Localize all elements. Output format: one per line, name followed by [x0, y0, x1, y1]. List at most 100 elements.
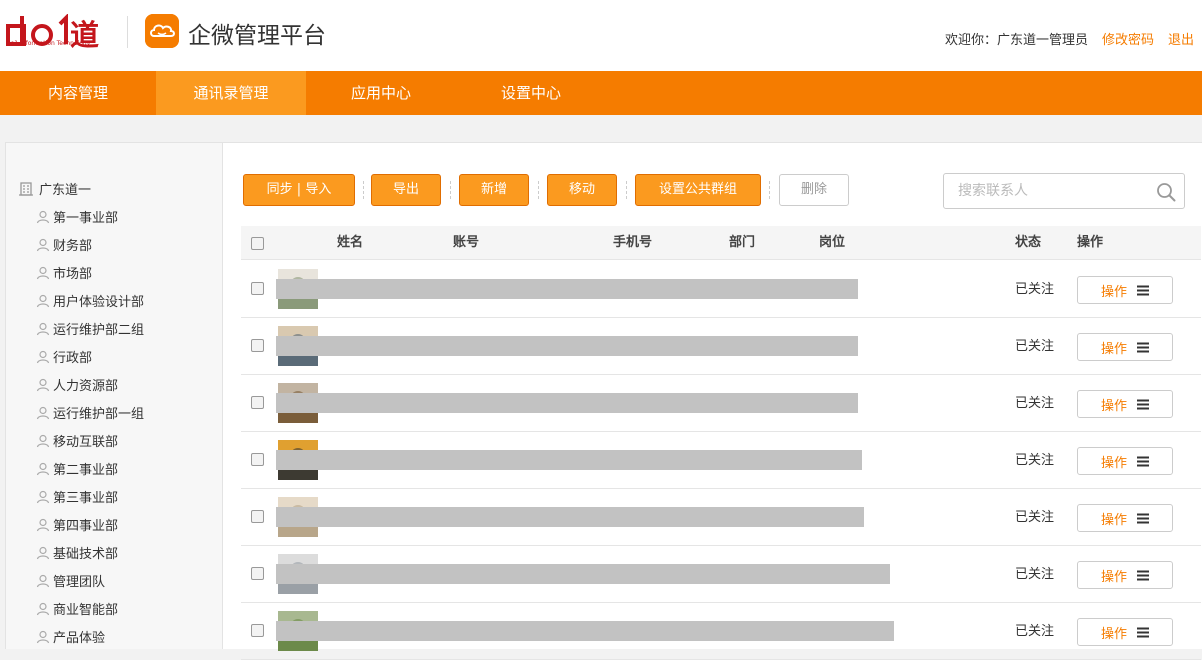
- toolbar-separator: [538, 181, 539, 199]
- row-action-button[interactable]: 操作: [1077, 561, 1173, 589]
- action-label: 操作: [1100, 626, 1127, 642]
- tree-item-department[interactable]: 第二事业部: [36, 459, 118, 478]
- logo-subtext: Do1 Information Technology: [6, 40, 91, 47]
- logout-link[interactable]: 退出: [1168, 29, 1194, 48]
- tree-item-label: 第四事业部: [53, 519, 119, 534]
- cloud-app-icon: [145, 14, 179, 48]
- table-row[interactable]: 已关注 操作: [241, 489, 1201, 546]
- tree-item-department[interactable]: 第四事业部: [36, 515, 118, 534]
- person-icon: [36, 210, 50, 223]
- tree-item-label: 运行维护部二组: [53, 323, 145, 338]
- tree-item-department[interactable]: 基础技术部: [36, 543, 118, 562]
- person-icon: [36, 266, 50, 279]
- row-action-button[interactable]: 操作: [1077, 333, 1173, 361]
- tree-root-company[interactable]: 广东道一: [18, 179, 91, 198]
- toolbar-separator: [450, 181, 451, 199]
- row-checkbox[interactable]: [251, 339, 264, 352]
- col-status: 状态: [1015, 235, 1042, 250]
- app-title: 企微管理平台: [188, 23, 326, 49]
- tree-item-department[interactable]: 运行维护部二组: [36, 319, 144, 338]
- search-input[interactable]: [944, 174, 1144, 208]
- tree-item-department[interactable]: 财务部: [36, 235, 92, 254]
- sync-import-button[interactable]: 同步 | 导入: [243, 174, 355, 206]
- row-action-button[interactable]: 操作: [1077, 447, 1173, 475]
- redacted-contact-info: [276, 507, 864, 527]
- row-action-button[interactable]: 操作: [1077, 618, 1173, 646]
- person-icon: [36, 518, 50, 531]
- table-row[interactable]: 已关注 操作: [241, 318, 1201, 375]
- row-action-button[interactable]: 操作: [1077, 276, 1173, 304]
- person-icon: [36, 378, 50, 391]
- row-checkbox[interactable]: [251, 396, 264, 409]
- redacted-contact-info: [276, 564, 890, 584]
- tree-item-department[interactable]: 移动互联部: [36, 431, 118, 450]
- delete-button[interactable]: 删除: [779, 174, 849, 206]
- nav-content-management[interactable]: 内容管理: [0, 71, 156, 115]
- tree-item-label: 第一事业部: [53, 211, 119, 226]
- col-position: 岗位: [819, 235, 846, 250]
- building-icon: [19, 181, 33, 196]
- row-checkbox[interactable]: [251, 282, 264, 295]
- table-row[interactable]: 已关注 操作: [241, 432, 1201, 489]
- tree-item-department[interactable]: 商业智能部: [36, 599, 118, 618]
- tree-item-department[interactable]: 管理团队: [36, 571, 105, 590]
- nav-app-center[interactable]: 应用中心: [306, 71, 456, 115]
- status-text: 已关注: [1015, 567, 1055, 582]
- tree-item-department[interactable]: 市场部: [36, 263, 92, 282]
- redacted-contact-info: [276, 393, 858, 413]
- person-icon: [36, 630, 50, 643]
- person-icon: [36, 350, 50, 363]
- tree-item-department[interactable]: 第一事业部: [36, 207, 118, 226]
- menu-icon: [1137, 285, 1149, 295]
- tree-item-label: 财务部: [53, 239, 93, 254]
- tree-item-department[interactable]: 产品体验: [36, 627, 105, 646]
- table-row[interactable]: 已关注 操作: [241, 603, 1201, 660]
- tree-item-department[interactable]: 第三事业部: [36, 487, 118, 506]
- set-public-group-button[interactable]: 设置公共群组: [635, 174, 761, 206]
- change-password-link[interactable]: 修改密码: [1102, 29, 1154, 48]
- row-checkbox[interactable]: [251, 453, 264, 466]
- menu-icon: [1137, 456, 1149, 466]
- header: 道 Do1 Information Technology 企微管理平台 欢迎你：…: [0, 0, 1202, 71]
- export-button[interactable]: 导出: [371, 174, 441, 206]
- status-text: 已关注: [1015, 453, 1055, 468]
- col-phone: 手机号: [613, 235, 653, 250]
- tree-item-label: 运行维护部一组: [53, 407, 145, 422]
- tree-item-department[interactable]: 用户体验设计部: [36, 291, 144, 310]
- tree-item-label: 市场部: [53, 267, 93, 282]
- action-label: 操作: [1100, 455, 1127, 471]
- row-action-button[interactable]: 操作: [1077, 390, 1173, 418]
- row-action-button[interactable]: 操作: [1077, 504, 1173, 532]
- status-text: 已关注: [1015, 510, 1055, 525]
- tree-item-label: 第三事业部: [53, 491, 119, 506]
- person-icon: [36, 602, 50, 615]
- tree-item-department[interactable]: 人力资源部: [36, 375, 118, 394]
- tree-item-department[interactable]: 运行维护部一组: [36, 403, 144, 422]
- search-icon[interactable]: [1156, 182, 1176, 202]
- nav-settings-center[interactable]: 设置中心: [456, 71, 606, 115]
- table-row[interactable]: 已关注 操作: [241, 546, 1201, 603]
- row-checkbox[interactable]: [251, 510, 264, 523]
- action-label: 操作: [1100, 341, 1127, 357]
- person-icon: [36, 238, 50, 251]
- person-icon: [36, 490, 50, 503]
- person-icon: [36, 434, 50, 447]
- toolbar-separator: [626, 181, 627, 199]
- col-account: 账号: [453, 235, 480, 250]
- row-checkbox[interactable]: [251, 624, 264, 637]
- person-icon: [36, 406, 50, 419]
- table-row[interactable]: 已关注 操作: [241, 261, 1201, 318]
- tree-item-label: 基础技术部: [53, 547, 119, 562]
- welcome-text: 欢迎你：广东道一管理员: [944, 33, 1088, 48]
- contacts-panel: 同步 | 导入 导出 新增 移动 设置公共群组 删除 姓名 账号 手机号 部门 …: [223, 142, 1202, 660]
- move-button[interactable]: 移动: [547, 174, 617, 206]
- add-button[interactable]: 新增: [459, 174, 529, 206]
- tree-item-label: 用户体验设计部: [53, 295, 145, 310]
- person-icon: [36, 574, 50, 587]
- tree-item-department[interactable]: 行政部: [36, 347, 92, 366]
- nav-contacts-management[interactable]: 通讯录管理: [156, 71, 306, 115]
- select-all-checkbox[interactable]: [251, 237, 264, 250]
- row-checkbox[interactable]: [251, 567, 264, 580]
- table-row[interactable]: 已关注 操作: [241, 375, 1201, 432]
- menu-icon: [1137, 513, 1149, 523]
